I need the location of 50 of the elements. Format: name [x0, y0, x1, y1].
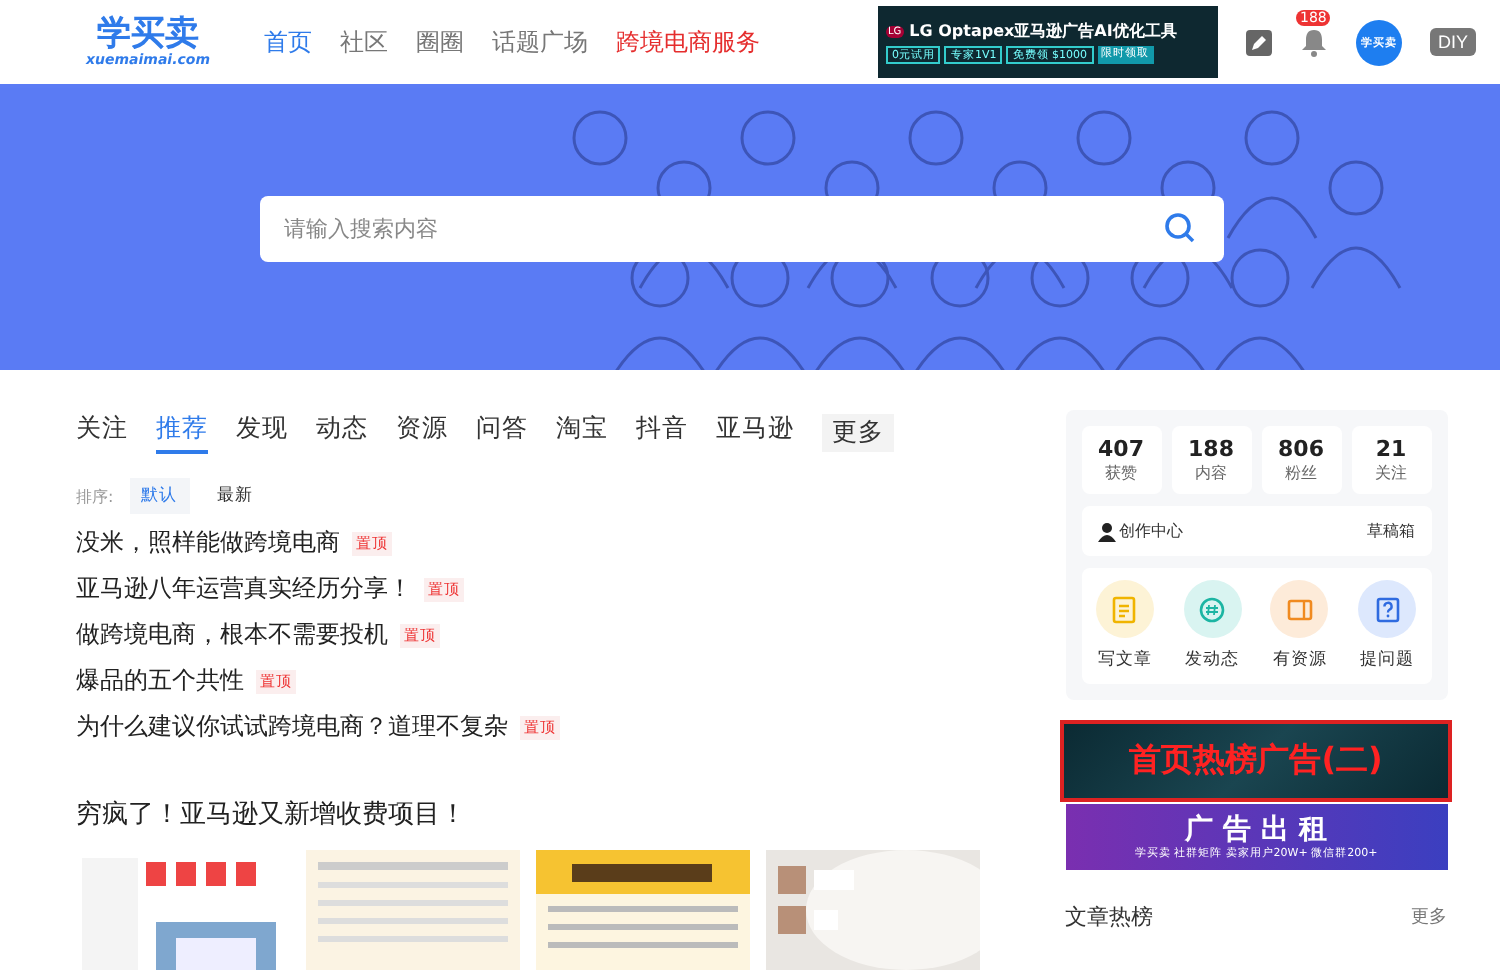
- nav-link[interactable]: 首页: [264, 25, 312, 59]
- diy-button[interactable]: DIY: [1429, 28, 1476, 56]
- person-icon: [1097, 521, 1115, 541]
- document-icon: [1110, 595, 1139, 623]
- banner-text: 首页热榜广告(二): [1129, 740, 1383, 782]
- more-link[interactable]: 更多: [1411, 904, 1447, 930]
- search-field[interactable]: 请输入搜索内容: [260, 196, 1224, 262]
- search-icon[interactable]: [1164, 212, 1196, 244]
- bell-icon[interactable]: [1299, 26, 1328, 58]
- nav-link[interactable]: 跨境电商服务: [616, 25, 760, 59]
- post-title[interactable]: 穷疯了！亚马逊又新增收费项目！: [76, 796, 980, 832]
- category-tab[interactable]: 淘宝: [556, 411, 608, 453]
- drafts-link[interactable]: 草稿箱: [1367, 520, 1415, 542]
- sort-option[interactable]: 最新: [205, 478, 266, 514]
- hashtag-bubble-icon: [1198, 595, 1227, 623]
- stat-tile[interactable]: 21 关注: [1351, 426, 1431, 494]
- article-title[interactable]: 为什么建议你试试跨境电商？道理不复杂: [76, 710, 508, 744]
- banner-text: 广 告 出 租: [1185, 814, 1327, 846]
- article-title[interactable]: 做跨境电商，根本不需要投机: [76, 618, 388, 652]
- action-link[interactable]: 提问题: [1358, 580, 1417, 672]
- nav-link[interactable]: 圈圈: [416, 25, 464, 59]
- action-link[interactable]: 发动态: [1183, 580, 1242, 672]
- more-tab[interactable]: 更多: [822, 413, 894, 451]
- category-tab[interactable]: 抖音: [636, 411, 688, 453]
- category-tab[interactable]: 动态: [316, 411, 368, 453]
- stat-tile[interactable]: 188 内容: [1171, 426, 1251, 494]
- category-tab[interactable]: 发现: [236, 411, 288, 453]
- action-link[interactable]: 有资源: [1270, 580, 1329, 672]
- category-tab[interactable]: 关注: [76, 411, 128, 453]
- stat-tile[interactable]: 407 获赞: [1081, 426, 1161, 494]
- ad-title: LG Optapex亚马逊广告AI优化工具: [909, 20, 1177, 42]
- nav-link[interactable]: 话题广场: [492, 25, 588, 59]
- action-link[interactable]: 写文章: [1095, 580, 1154, 672]
- category-tab[interactable]: 推荐: [156, 411, 208, 453]
- folder-icon: [1285, 595, 1314, 623]
- category-tab[interactable]: 问答: [476, 411, 528, 453]
- edit-button[interactable]: [1245, 29, 1272, 55]
- stat-tile[interactable]: 806 粉丝: [1261, 426, 1341, 494]
- nav-link[interactable]: 社区: [340, 25, 388, 59]
- creator-center-link[interactable]: 创作中心: [1097, 520, 1183, 542]
- sort-label: 排序:: [76, 485, 114, 507]
- article-title[interactable]: 没米，照样能做跨境电商: [76, 526, 340, 560]
- pencil-icon: [1249, 33, 1268, 51]
- section-title: 文章热榜: [1065, 902, 1153, 932]
- article-title[interactable]: 爆品的五个共性: [76, 664, 244, 698]
- question-icon: [1373, 595, 1402, 623]
- sort-option[interactable]: 默认: [129, 478, 190, 514]
- article-title[interactable]: 亚马逊八年运营真实经历分享！: [76, 572, 412, 606]
- category-tab[interactable]: 资源: [396, 411, 448, 453]
- category-tab[interactable]: 亚马逊: [716, 411, 794, 453]
